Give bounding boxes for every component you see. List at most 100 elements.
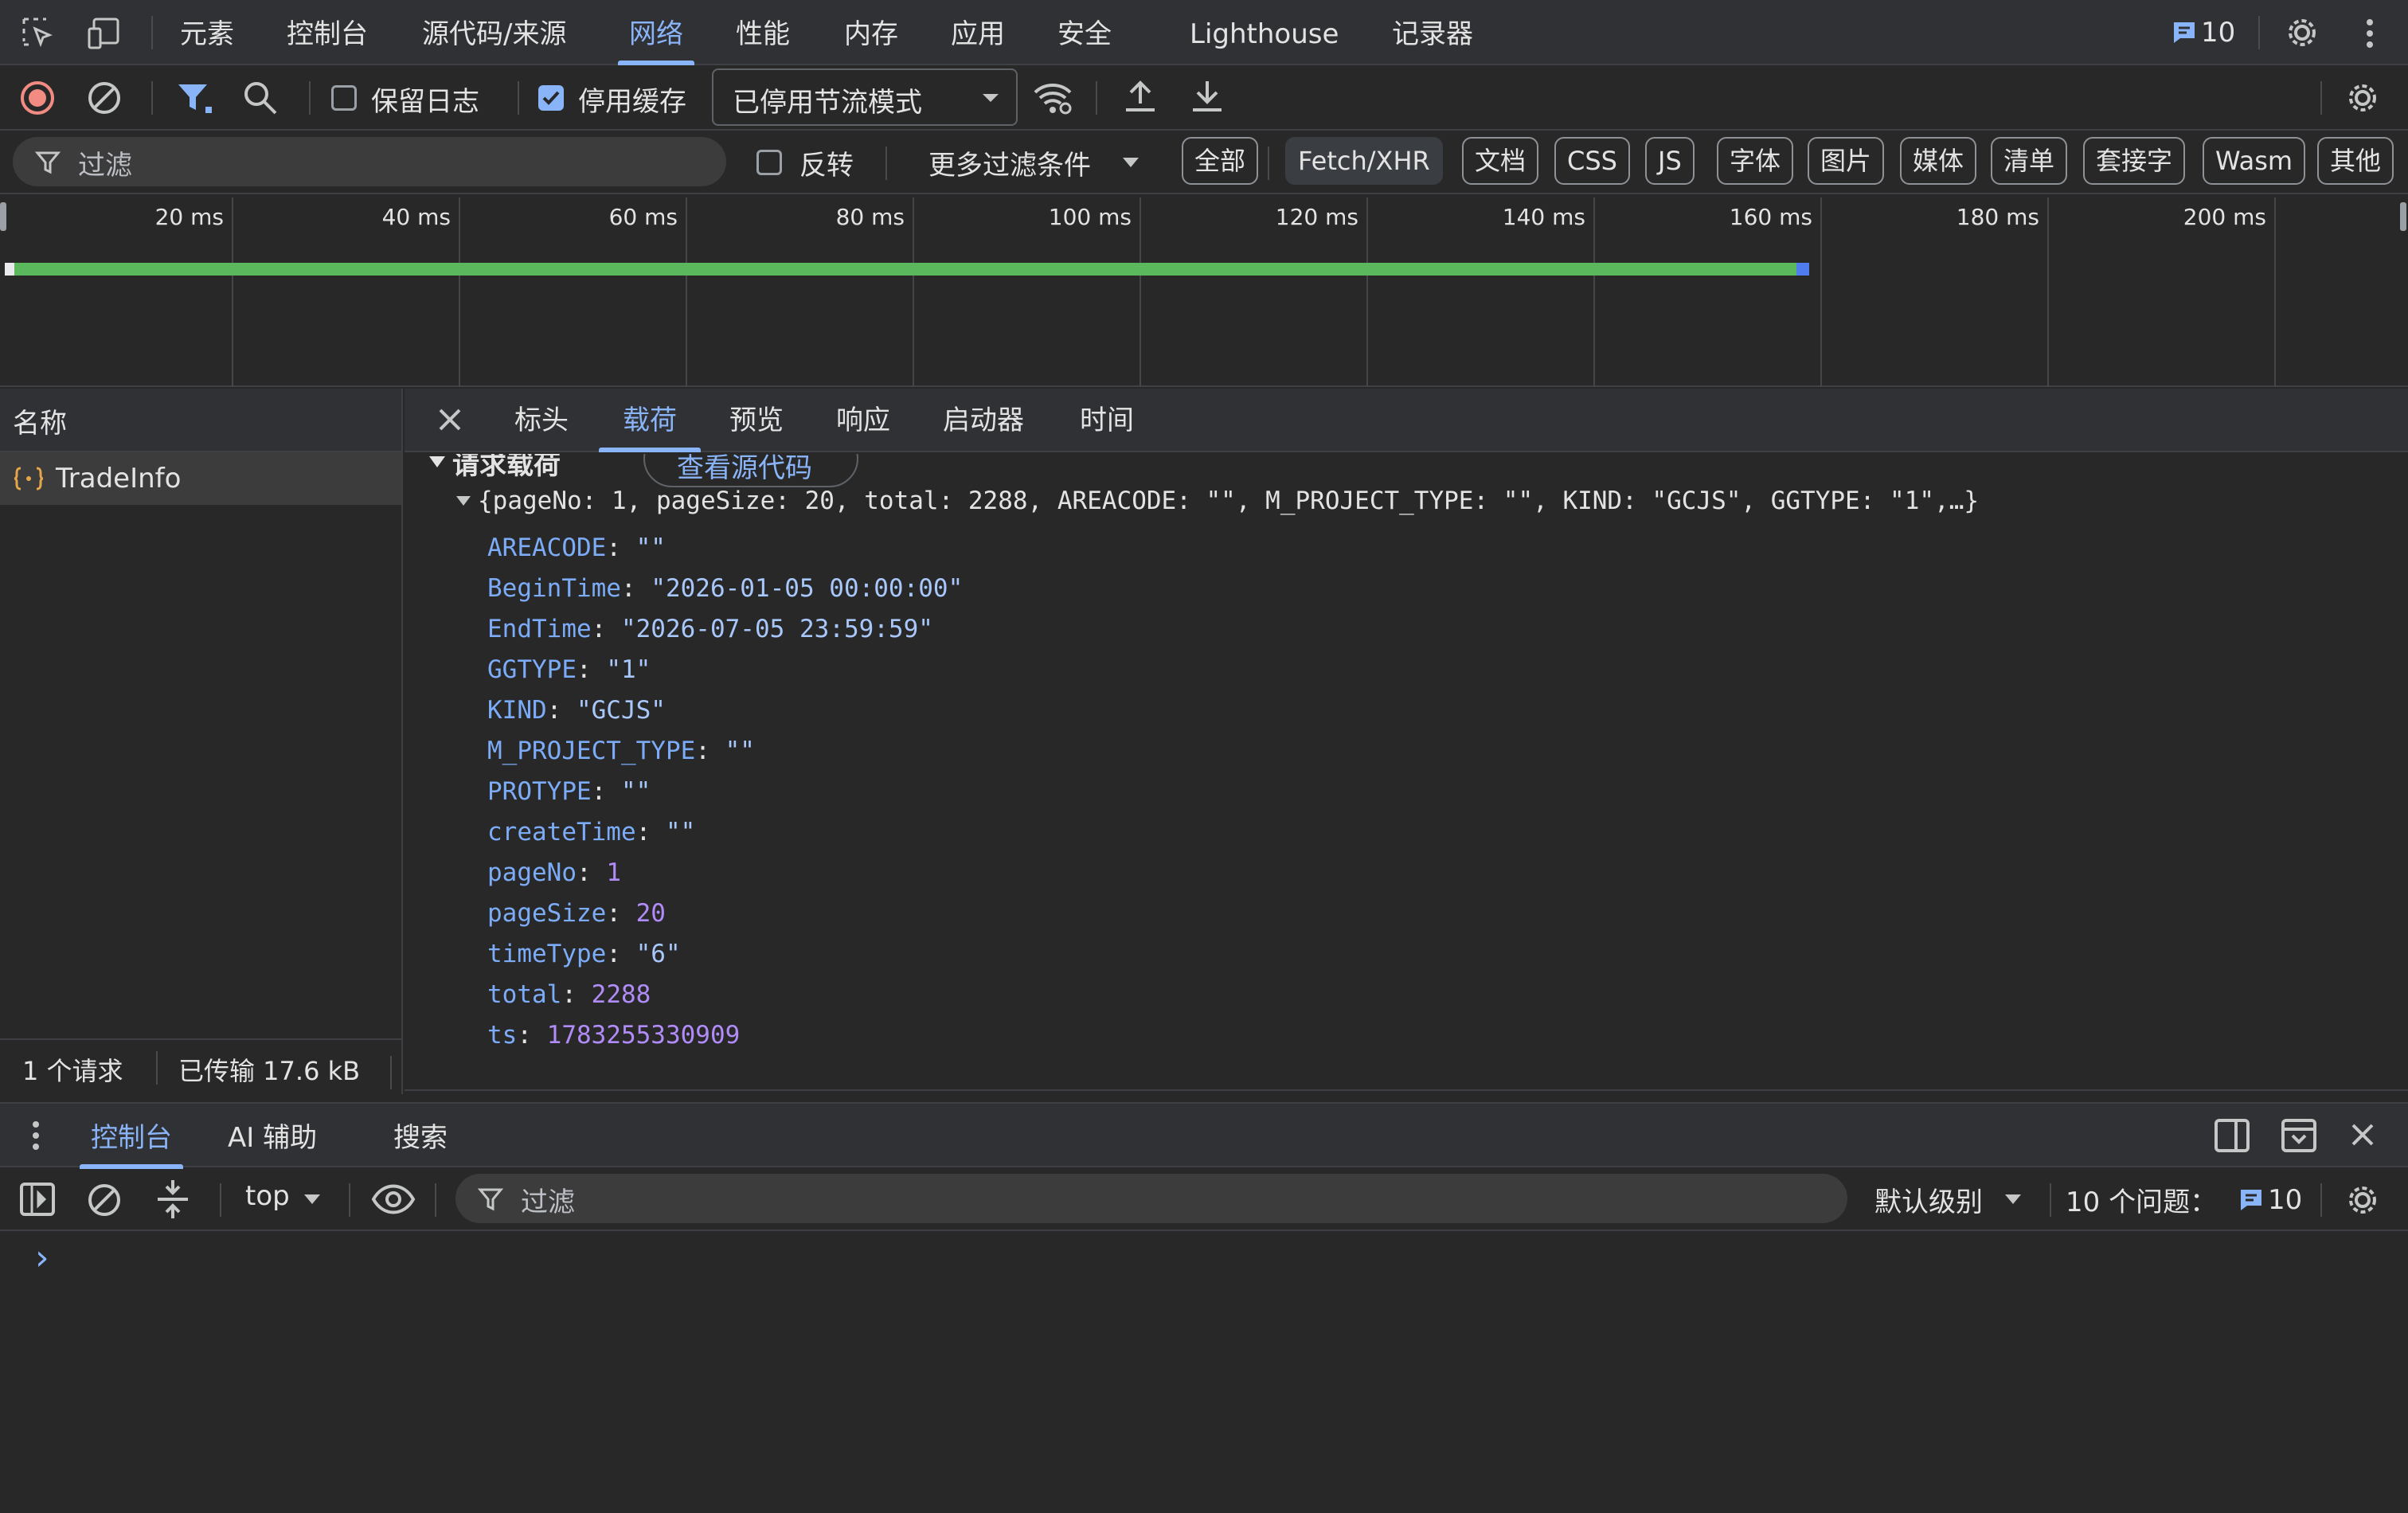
timeline-tick-label: 40 ms — [381, 204, 451, 230]
console-issues-counter[interactable]: 10 — [2238, 1182, 2302, 1218]
timeline-request-bar — [14, 263, 1809, 276]
console-filter-input[interactable]: 过滤 — [455, 1174, 1847, 1223]
type-filter-manifest[interactable]: 清单 — [1991, 137, 2068, 185]
export-har-download-icon[interactable] — [1190, 78, 1225, 116]
payload-field-row[interactable]: BeginTime: "2026-01-05 00:00:00" — [487, 574, 963, 603]
chevron-down-icon — [2003, 1193, 2023, 1206]
request-name: TradeInfo — [56, 463, 182, 495]
console-sidebar-icon[interactable] — [19, 1182, 56, 1217]
type-filter-fetch-xhr[interactable]: Fetch/XHR — [1285, 137, 1443, 185]
throttling-select[interactable]: 已停用节流模式 — [712, 68, 1018, 126]
payload-object-summary[interactable]: {pageNo: 1, pageSize: 20, total: 2288, A… — [455, 481, 1979, 521]
payload-field-row[interactable]: pageNo: 1 — [487, 858, 621, 887]
tab-initiator[interactable]: 启动器 — [943, 389, 1024, 452]
import-har-upload-icon[interactable] — [1123, 78, 1158, 116]
type-filter-css[interactable]: CSS — [1554, 137, 1630, 185]
tab-elements[interactable]: 元素 — [180, 0, 234, 65]
payload-field-value: 20 — [635, 899, 666, 928]
tab-network[interactable]: 网络 — [618, 0, 694, 65]
network-settings-gear-icon[interactable] — [2344, 80, 2381, 116]
console-settings-gear-icon[interactable] — [2344, 1182, 2381, 1218]
payload-field-row[interactable]: M_PROJECT_TYPE: "" — [487, 737, 755, 765]
type-filter-wasm[interactable]: Wasm — [2203, 137, 2306, 185]
dock-side-icon[interactable] — [2214, 1118, 2250, 1153]
filter-funnel-icon[interactable] — [175, 80, 213, 116]
type-filter-js[interactable]: JS — [1645, 137, 1695, 185]
close-detail-icon[interactable] — [436, 406, 463, 433]
tab-sources[interactable]: 源代码/来源 — [422, 0, 566, 65]
tab-performance[interactable]: 性能 — [736, 0, 790, 65]
device-toolbar-icon[interactable] — [86, 16, 124, 51]
payload-field-row[interactable]: EndTime: "2026-07-05 23:59:59" — [487, 615, 933, 643]
timeline-gridline — [1820, 197, 1822, 387]
tab-timing[interactable]: 时间 — [1080, 389, 1134, 452]
live-expression-eye-icon[interactable] — [371, 1183, 416, 1215]
timeline-right-handle[interactable] — [2400, 202, 2406, 231]
stop-recording-icon[interactable] — [19, 80, 56, 116]
payload-field-value: "" — [665, 818, 696, 846]
type-filter-other[interactable]: 其他 — [2317, 137, 2394, 185]
type-filter-media[interactable]: 媒体 — [1900, 137, 1977, 185]
more-options-icon[interactable] — [2362, 16, 2378, 51]
console-output[interactable]: › — [0, 1233, 2408, 1513]
drawer-menu-icon[interactable] — [30, 1118, 41, 1153]
collapse-groups-icon[interactable] — [154, 1179, 191, 1220]
disable-cache-checkbox[interactable] — [538, 85, 564, 111]
tab-recorder[interactable]: 记录器 — [1392, 0, 1473, 65]
payload-field-row[interactable]: timeType: "6" — [487, 940, 681, 968]
type-filter-all[interactable]: 全部 — [1182, 137, 1259, 185]
request-row[interactable]: TradeInfo — [0, 452, 401, 505]
drawer-tab-console[interactable]: 控制台 — [80, 1104, 183, 1169]
payload-field-row[interactable]: total: 2288 — [487, 980, 651, 1009]
payload-field-separator: : — [591, 777, 621, 806]
tab-application[interactable]: 应用 — [951, 0, 1005, 65]
name-column-header[interactable]: 名称 — [0, 389, 401, 452]
timeline-left-handle[interactable] — [0, 202, 6, 231]
clear-console-icon[interactable] — [86, 1182, 123, 1218]
drawer-tab-search[interactable]: 搜索 — [393, 1104, 448, 1169]
tab-headers[interactable]: 标头 — [514, 389, 569, 452]
type-filter-img[interactable]: 图片 — [1808, 137, 1885, 185]
more-filters-dropdown[interactable]: 更多过滤条件 — [928, 143, 1091, 182]
payload-field-row[interactable]: AREACODE: "" — [487, 534, 666, 562]
payload-field-key: AREACODE — [487, 534, 607, 562]
network-conditions-wifi-icon[interactable] — [1032, 80, 1073, 116]
invert-checkbox[interactable] — [756, 150, 782, 175]
issues-counter[interactable]: 10 — [2171, 14, 2235, 51]
search-icon[interactable] — [242, 80, 279, 116]
drawer-tab-ai-assistance[interactable]: AI 辅助 — [228, 1104, 317, 1169]
timeline-gridline — [459, 197, 460, 387]
clear-icon[interactable] — [86, 80, 123, 116]
tab-lighthouse[interactable]: Lighthouse — [1190, 0, 1339, 65]
close-drawer-icon[interactable] — [2349, 1121, 2376, 1148]
payload-field-key: GGTYPE — [487, 655, 577, 684]
minimize-drawer-icon[interactable] — [2281, 1118, 2317, 1153]
tab-response[interactable]: 响应 — [836, 389, 890, 452]
network-filter-input[interactable]: 过滤 — [13, 137, 726, 186]
tab-security[interactable]: 安全 — [1057, 0, 1112, 65]
tab-preview[interactable]: 预览 — [729, 389, 784, 452]
payload-field-separator: : — [620, 574, 651, 603]
context-selector[interactable]: top — [245, 1180, 290, 1212]
payload-field-row[interactable]: PROTYPE: "" — [487, 777, 651, 806]
console-prompt[interactable]: › — [35, 1237, 49, 1278]
request-payload-section-header[interactable]: 请求载荷 — [428, 454, 561, 484]
payload-field-row[interactable]: KIND: "GCJS" — [487, 696, 666, 725]
payload-field-row[interactable]: createTime: "" — [487, 818, 695, 846]
tab-payload[interactable]: 载荷 — [599, 389, 701, 452]
tab-memory[interactable]: 内存 — [844, 0, 898, 65]
type-filter-doc[interactable]: 文档 — [1462, 137, 1539, 185]
payload-field-row[interactable]: pageSize: 20 — [487, 899, 666, 928]
payload-field-row[interactable]: ts: 1783255330909 — [487, 1021, 740, 1050]
type-filter-socket[interactable]: 套接字 — [2083, 137, 2186, 185]
payload-field-row[interactable]: GGTYPE: "1" — [487, 655, 651, 684]
preserve-log-checkbox[interactable] — [331, 85, 357, 111]
network-filter-placeholder: 过滤 — [78, 150, 132, 182]
type-filter-font[interactable]: 字体 — [1717, 137, 1794, 185]
triangle-down-icon — [455, 495, 471, 506]
log-level-dropdown[interactable]: 默认级别 — [1874, 1180, 1983, 1219]
request-payload-title: 请求载荷 — [452, 454, 561, 481]
settings-gear-icon[interactable] — [2284, 14, 2320, 51]
tab-console[interactable]: 控制台 — [287, 0, 368, 65]
inspect-element-icon[interactable] — [21, 16, 56, 51]
